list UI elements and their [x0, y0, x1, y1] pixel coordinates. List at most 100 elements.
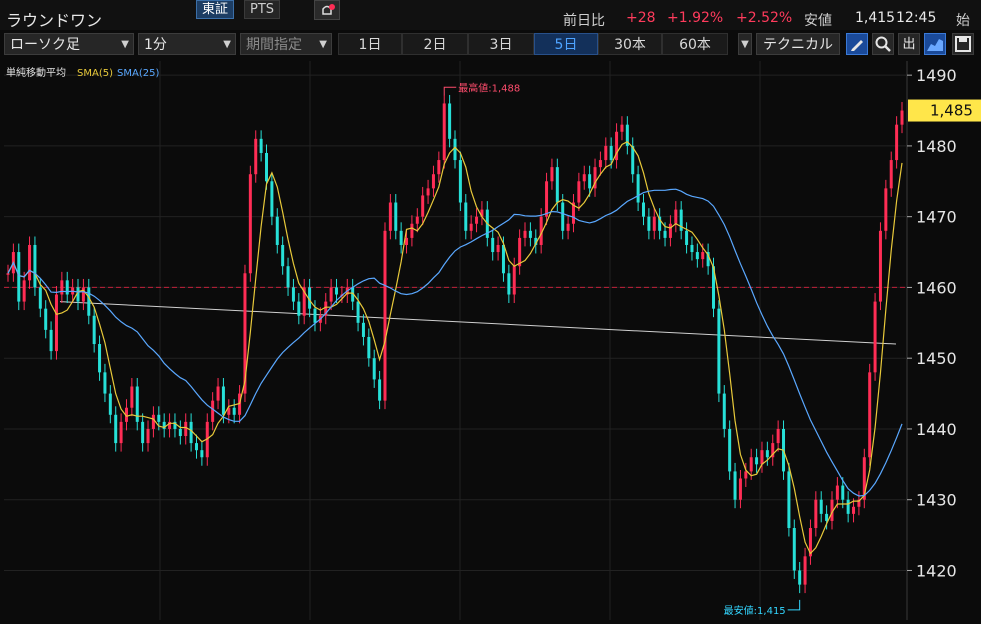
- legend: 単純移動平均 SMA(5) SMA(25): [6, 66, 159, 79]
- candle-body: [259, 138, 263, 153]
- candle-body: [598, 160, 602, 168]
- save-icon[interactable]: [952, 33, 974, 55]
- candle-body: [464, 202, 468, 231]
- candle-body: [265, 152, 269, 182]
- output-button[interactable]: 出: [898, 33, 920, 55]
- chevron-down-icon: ▼: [121, 39, 129, 50]
- candle-body: [65, 280, 69, 295]
- alert-bell-icon[interactable]: [314, 0, 340, 20]
- candle-body: [367, 336, 371, 359]
- period-tab-2d[interactable]: 2日: [402, 33, 468, 55]
- zoom-icon[interactable]: [872, 33, 894, 55]
- interval-select[interactable]: 1分 ▼: [138, 33, 236, 55]
- y-tick-label: 1480: [916, 137, 957, 156]
- candle-body: [668, 223, 672, 238]
- chart-area[interactable]: 最高値:1,488 最安値:1,415 1420 1430 1440 1450 1460 1…: [0, 61, 981, 620]
- candle-body: [92, 315, 96, 345]
- candle-body: [647, 216, 651, 231]
- current-price-tag: 1,485: [908, 99, 981, 122]
- candle-body: [803, 556, 807, 585]
- candle-body: [394, 202, 398, 231]
- candle-body: [663, 230, 667, 238]
- bell-icon: [322, 4, 335, 15]
- candle-body: [631, 145, 635, 175]
- candle-body: [889, 160, 893, 189]
- candle-body: [178, 428, 182, 437]
- price-chart[interactable]: 最高値:1,488 最安値:1,415 1420 1430 1440 1450 1460 1…: [0, 61, 981, 620]
- stock-name: ラウンドワン: [6, 11, 103, 30]
- candle-body: [604, 145, 608, 161]
- period-range-select[interactable]: 期間指定 ▼: [240, 33, 332, 55]
- candle-body: [54, 294, 58, 352]
- candle-body: [383, 230, 387, 401]
- chart-type-select[interactable]: ローソク足 ▼: [4, 33, 134, 55]
- candle-body: [270, 181, 274, 217]
- candle-body: [184, 421, 188, 437]
- y-tick-label: 1420: [916, 561, 957, 580]
- period-tab-60bars[interactable]: 60本: [662, 33, 728, 55]
- candle-body: [38, 287, 42, 309]
- candle-body: [329, 287, 333, 302]
- market-tab-tosho[interactable]: 東証: [196, 0, 235, 19]
- candle-body: [852, 506, 856, 514]
- candle-body: [28, 244, 32, 281]
- period-tab-30bars[interactable]: 30本: [598, 33, 662, 55]
- candle-body: [119, 421, 123, 444]
- current-price-value: 1,485: [930, 102, 973, 120]
- candle-body: [458, 160, 462, 203]
- candle-body: [814, 499, 818, 529]
- candle-body: [496, 244, 500, 253]
- candle-body: [361, 322, 365, 337]
- candle-body: [281, 244, 285, 267]
- candle-body: [776, 428, 780, 444]
- candle-body: [744, 471, 748, 479]
- candle-body: [421, 195, 425, 217]
- candle-body: [275, 216, 279, 245]
- chevron-down-icon[interactable]: ▼: [738, 33, 752, 55]
- candle-body: [431, 174, 435, 189]
- candle-body: [685, 230, 689, 245]
- candle-body: [652, 216, 656, 231]
- candle-body: [141, 421, 145, 444]
- legend-sma25: SMA(25): [117, 68, 159, 79]
- candle-body: [787, 471, 791, 529]
- market-tab-pts[interactable]: PTS: [244, 0, 281, 19]
- candle-body: [426, 188, 430, 196]
- candle-body: [884, 188, 888, 231]
- candle-body: [878, 230, 882, 302]
- candle-body: [372, 358, 376, 380]
- interval-value: 1分: [144, 37, 167, 53]
- period-tab-5d[interactable]: 5日: [534, 33, 598, 55]
- candle-body: [410, 223, 414, 238]
- candle-body: [313, 308, 317, 323]
- candle-body: [755, 457, 759, 465]
- candle-body: [561, 202, 565, 231]
- candle-body: [108, 393, 112, 415]
- candle-body: [868, 372, 872, 458]
- candle-body: [636, 174, 640, 203]
- y-tick-label: 1460: [916, 278, 957, 297]
- candle-body: [291, 287, 295, 302]
- candle-body: [130, 386, 134, 408]
- candle-body: [399, 230, 403, 245]
- candle-body: [442, 103, 446, 161]
- area-chart-icon[interactable]: [924, 33, 946, 55]
- draw-pencil-icon[interactable]: [846, 33, 868, 55]
- candle-body: [33, 244, 37, 288]
- change-value: +28: [626, 10, 656, 26]
- candle-body: [895, 124, 899, 161]
- candle-body: [437, 160, 441, 175]
- period-tab-3d[interactable]: 3日: [468, 33, 534, 55]
- candle-body: [151, 414, 155, 429]
- technical-button[interactable]: テクニカル: [756, 33, 840, 55]
- candle-body: [378, 379, 382, 401]
- candle-body: [491, 237, 495, 253]
- pencil-icon: [851, 40, 863, 51]
- candle-body: [738, 478, 742, 500]
- chevron-down-icon: ▼: [223, 39, 231, 50]
- legend-indicator: 単純移動平均: [6, 66, 66, 79]
- candle-body: [98, 344, 102, 373]
- floppy-icon: [955, 36, 971, 52]
- period-tab-1d[interactable]: 1日: [338, 33, 402, 55]
- candle-body: [835, 485, 839, 500]
